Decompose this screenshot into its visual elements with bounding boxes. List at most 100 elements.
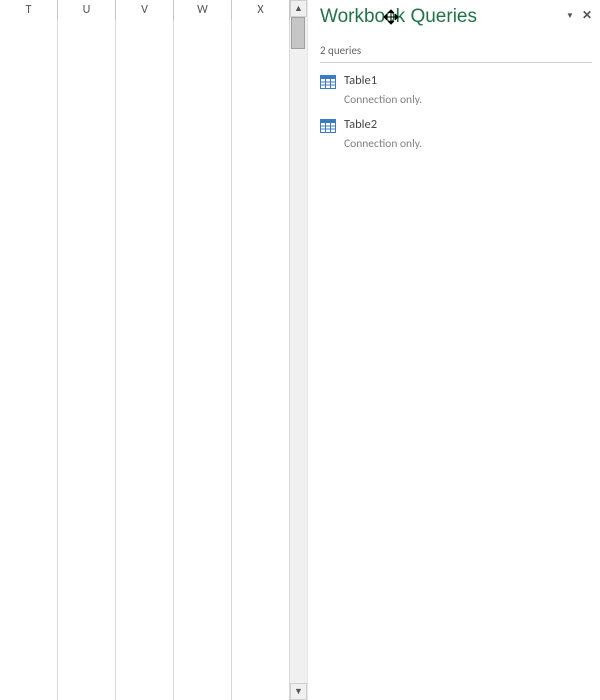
cell[interactable] [174,660,232,680]
cell[interactable] [116,380,174,400]
scroll-thumb[interactable] [291,17,305,49]
cell[interactable] [0,640,58,660]
cell[interactable] [174,400,232,420]
cell[interactable] [0,480,58,500]
cell[interactable] [174,420,232,440]
cell[interactable] [174,40,232,60]
cell[interactable] [174,680,232,700]
cell[interactable] [174,620,232,640]
cell[interactable] [58,580,116,600]
cell[interactable] [116,580,174,600]
cell[interactable] [174,300,232,320]
cell[interactable] [0,280,58,300]
cell[interactable] [0,500,58,520]
cell[interactable] [116,600,174,620]
cell[interactable] [58,220,116,240]
cell[interactable] [58,640,116,660]
cell[interactable] [232,400,290,420]
cell[interactable] [0,340,58,360]
cell[interactable] [174,320,232,340]
cell[interactable] [58,260,116,280]
cell[interactable] [58,40,116,60]
scroll-track[interactable] [290,17,307,683]
cell[interactable] [232,220,290,240]
column-header[interactable]: X [232,0,290,20]
cell[interactable] [116,500,174,520]
cell[interactable] [232,280,290,300]
cell[interactable] [116,120,174,140]
cell[interactable] [116,260,174,280]
cell[interactable] [58,380,116,400]
cell[interactable] [232,580,290,600]
cell[interactable] [232,420,290,440]
cell[interactable] [232,500,290,520]
cell[interactable] [174,280,232,300]
cell[interactable] [116,300,174,320]
cell[interactable] [116,660,174,680]
cell[interactable] [0,260,58,280]
cell[interactable] [0,200,58,220]
cell[interactable] [174,500,232,520]
cell[interactable] [174,220,232,240]
cell[interactable] [58,420,116,440]
cell[interactable] [0,380,58,400]
cell[interactable] [116,640,174,660]
cell[interactable] [174,180,232,200]
pane-close-button[interactable]: ✕ [582,8,592,23]
cell[interactable] [232,540,290,560]
cell[interactable] [232,380,290,400]
cell[interactable] [174,240,232,260]
cell[interactable] [232,560,290,580]
cell[interactable] [58,180,116,200]
cell[interactable] [232,200,290,220]
cell[interactable] [174,640,232,660]
cell[interactable] [0,300,58,320]
cell[interactable] [232,360,290,380]
cell[interactable] [0,140,58,160]
cell[interactable] [232,660,290,680]
cell[interactable] [0,580,58,600]
column-header[interactable]: W [174,0,232,20]
cell[interactable] [232,160,290,180]
cell[interactable] [0,460,58,480]
cell[interactable] [116,140,174,160]
cell[interactable] [174,160,232,180]
cell[interactable] [0,220,58,240]
query-item[interactable]: Table2Connection only. [320,115,592,151]
cell[interactable] [58,100,116,120]
cell[interactable] [232,300,290,320]
cell[interactable] [232,620,290,640]
cell[interactable] [0,320,58,340]
cell[interactable] [232,340,290,360]
query-item-header[interactable]: Table1 [320,71,592,94]
cell[interactable] [58,660,116,680]
cell[interactable] [116,420,174,440]
cell[interactable] [174,440,232,460]
cell[interactable] [116,340,174,360]
cell[interactable] [232,20,290,40]
query-item[interactable]: Table1Connection only. [320,71,592,107]
cell[interactable] [116,620,174,640]
cell[interactable] [232,100,290,120]
cell[interactable] [0,100,58,120]
cell[interactable] [116,360,174,380]
cell[interactable] [232,440,290,460]
cell[interactable] [232,140,290,160]
cell[interactable] [58,200,116,220]
cell[interactable] [0,60,58,80]
cell[interactable] [174,340,232,360]
cell[interactable] [174,380,232,400]
cell[interactable] [174,600,232,620]
cell[interactable] [0,360,58,380]
cell[interactable] [0,660,58,680]
cell[interactable] [174,540,232,560]
vertical-scrollbar[interactable]: ▲ ▼ [290,0,307,700]
cell[interactable] [58,460,116,480]
cell[interactable] [58,620,116,640]
cell[interactable] [116,200,174,220]
cell[interactable] [174,140,232,160]
cell[interactable] [174,480,232,500]
cell[interactable] [58,600,116,620]
cell[interactable] [116,240,174,260]
cell[interactable] [116,280,174,300]
